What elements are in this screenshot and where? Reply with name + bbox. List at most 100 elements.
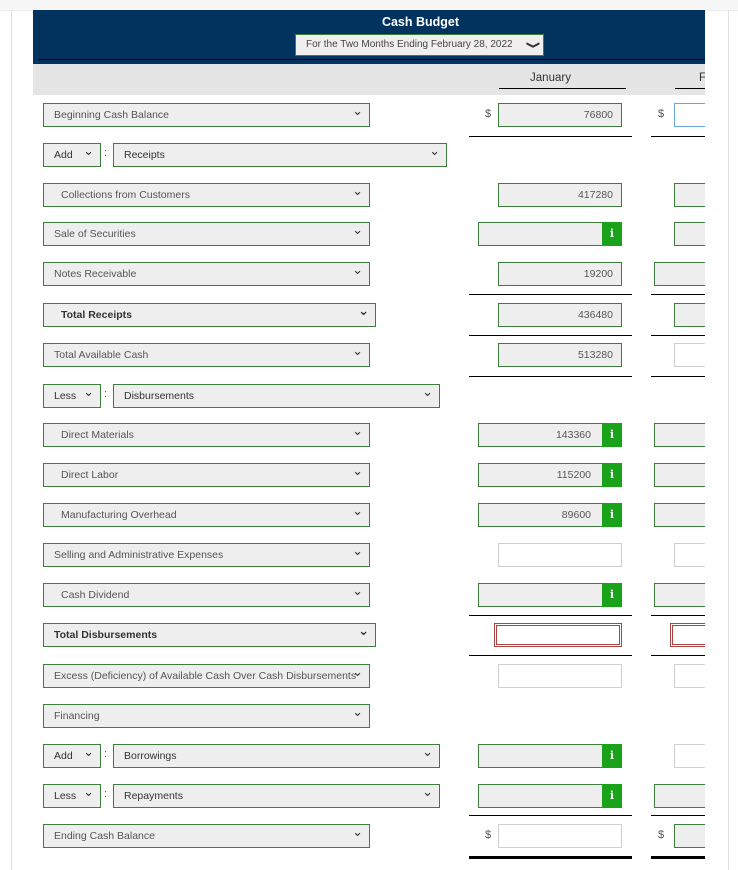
- direct-labor-feb-input[interactable]: [654, 463, 705, 487]
- info-icon[interactable]: i: [602, 744, 622, 768]
- ending-cash-select-value: Ending Cash Balance: [54, 830, 155, 842]
- period-select-value: For the Two Months Ending February 28, 2…: [306, 39, 513, 50]
- direct-materials-select[interactable]: Direct Materials ⌄: [43, 423, 370, 447]
- notes-receivable-jan-input[interactable]: 19200: [498, 262, 622, 286]
- direct-materials-feb-input[interactable]: [654, 423, 705, 447]
- repayments-operator-select[interactable]: Less ⌄: [43, 784, 101, 808]
- manufacturing-overhead-jan-input[interactable]: 89600 i: [478, 503, 622, 527]
- disbursements-operator-select-value: Less: [54, 390, 77, 402]
- selling-admin-jan-input[interactable]: [498, 543, 622, 567]
- total-disbursements-feb-input[interactable]: [670, 623, 705, 647]
- total-receipts-feb-input[interactable]: [674, 303, 705, 327]
- total-receipts-jan-input[interactable]: 436480: [498, 303, 622, 327]
- column-header-january: January: [530, 72, 571, 84]
- sale-of-securities-select-value: Sale of Securities: [54, 228, 136, 240]
- borrowings-feb-input[interactable]: [674, 744, 705, 768]
- chevron-down-icon: ⌄: [429, 143, 440, 158]
- sale-of-securities-feb-input[interactable]: [674, 222, 705, 246]
- manufacturing-overhead-feb-input[interactable]: [654, 503, 705, 527]
- total-receipts-select-value: Total Receipts: [61, 309, 132, 321]
- repayments-select-value: Repayments: [124, 790, 183, 802]
- borrowings-select[interactable]: Borrowings ⌄: [113, 744, 440, 768]
- header-bar: Cash Budget For the Two Months Ending Fe…: [33, 10, 705, 64]
- beginning-cash-feb-input[interactable]: [674, 103, 705, 127]
- total-rule: [469, 376, 632, 377]
- chevron-down-icon: ⌄: [352, 704, 363, 719]
- info-icon[interactable]: i: [602, 423, 622, 447]
- total-disbursements-jan-input[interactable]: [494, 623, 622, 647]
- period-select[interactable]: For the Two Months Ending February 28, 2…: [295, 34, 544, 56]
- chevron-down-icon: ⌄: [422, 384, 433, 399]
- borrowings-operator-select[interactable]: Add ⌄: [43, 744, 101, 768]
- repayments-jan-input[interactable]: i: [478, 784, 622, 808]
- chevron-down-icon: ⌄: [352, 423, 363, 438]
- direct-materials-jan-input[interactable]: 143360 i: [478, 423, 622, 447]
- disbursements-operator-select[interactable]: Less ⌄: [43, 384, 101, 408]
- info-icon[interactable]: i: [602, 583, 622, 607]
- direct-labor-select[interactable]: Direct Labor ⌄: [43, 463, 370, 487]
- beginning-cash-select[interactable]: Beginning Cash Balance ⌄: [43, 103, 370, 127]
- notes-receivable-jan-value: 19200: [583, 268, 613, 280]
- excess-deficiency-jan-input[interactable]: [498, 664, 622, 688]
- notes-receivable-select[interactable]: Notes Receivable ⌄: [43, 262, 370, 286]
- ending-cash-select[interactable]: Ending Cash Balance ⌄: [43, 824, 370, 848]
- disbursements-header-select-value: Disbursements: [124, 390, 195, 402]
- ending-cash-feb-input[interactable]: [674, 824, 705, 848]
- total-available-cash-select[interactable]: Total Available Cash ⌄: [43, 343, 370, 367]
- repayments-feb-input[interactable]: [654, 784, 705, 808]
- chevron-down-icon: ⌄: [83, 784, 94, 799]
- chevron-down-icon: ⌄: [352, 343, 363, 358]
- excess-deficiency-feb-input[interactable]: [674, 664, 705, 688]
- selling-admin-select[interactable]: Selling and Administrative Expenses ⌄: [43, 543, 370, 567]
- excess-deficiency-select[interactable]: Excess (Deficiency) of Available Cash Ov…: [43, 664, 370, 688]
- info-icon[interactable]: i: [602, 463, 622, 487]
- cash-dividend-jan-input[interactable]: i: [478, 583, 622, 607]
- chevron-down-icon: ⌄: [352, 583, 363, 598]
- ending-cash-jan-input[interactable]: [498, 824, 622, 848]
- receipts-operator-select[interactable]: Add ⌄: [43, 143, 101, 167]
- column-header-underline: [675, 88, 705, 89]
- chevron-down-icon: ⌄: [422, 784, 433, 799]
- direct-labor-jan-input[interactable]: 115200 i: [478, 463, 622, 487]
- collections-jan-input[interactable]: 417280: [498, 183, 622, 207]
- manufacturing-overhead-select-value: Manufacturing Overhead: [61, 509, 177, 521]
- collections-select[interactable]: Collections from Customers ⌄: [43, 183, 370, 207]
- total-available-cash-jan-value: 513280: [577, 349, 613, 361]
- chevron-down-icon: ⌄: [352, 183, 363, 198]
- chevron-down-icon: ⌄: [422, 744, 433, 759]
- total-receipts-jan-value: 436480: [577, 309, 613, 321]
- notes-receivable-feb-input[interactable]: [654, 262, 705, 286]
- total-available-cash-feb-input[interactable]: [674, 343, 705, 367]
- financing-select[interactable]: Financing ⌄: [43, 704, 370, 728]
- total-receipts-select[interactable]: Total Receipts ⌄: [43, 303, 376, 327]
- chevron-down-icon: ⌄: [352, 222, 363, 237]
- direct-materials-jan-value: 143360: [555, 429, 591, 441]
- info-icon[interactable]: i: [602, 222, 622, 246]
- repayments-operator-select-value: Less: [54, 790, 77, 802]
- chevron-down-icon: ⌄: [83, 744, 94, 759]
- receipts-header-select-value: Receipts: [124, 149, 165, 161]
- selling-admin-feb-input[interactable]: [674, 543, 705, 567]
- total-rule: [469, 335, 632, 336]
- collections-feb-input[interactable]: [674, 183, 705, 207]
- sale-of-securities-jan-input[interactable]: i: [478, 222, 622, 246]
- direct-materials-select-value: Direct Materials: [61, 429, 134, 441]
- info-icon[interactable]: i: [602, 784, 622, 808]
- total-rule: [651, 655, 705, 656]
- total-rule: [469, 655, 632, 656]
- colon-separator: :: [104, 788, 108, 800]
- cash-budget-card: Cash Budget For the Two Months Ending Fe…: [33, 10, 705, 870]
- sale-of-securities-select[interactable]: Sale of Securities ⌄: [43, 222, 370, 246]
- disbursements-header-select[interactable]: Disbursements ⌄: [113, 384, 440, 408]
- cash-dividend-feb-input[interactable]: [654, 583, 705, 607]
- total-available-cash-jan-input[interactable]: 513280: [498, 343, 622, 367]
- receipts-header-select[interactable]: Receipts ⌄: [113, 143, 447, 167]
- colon-separator: :: [104, 388, 108, 400]
- info-icon[interactable]: i: [602, 503, 622, 527]
- manufacturing-overhead-select[interactable]: Manufacturing Overhead ⌄: [43, 503, 370, 527]
- beginning-cash-jan-input[interactable]: 76800: [498, 103, 622, 127]
- cash-dividend-select[interactable]: Cash Dividend ⌄: [43, 583, 370, 607]
- repayments-select[interactable]: Repayments ⌄: [113, 784, 440, 808]
- total-disbursements-select[interactable]: Total Disbursements ⌄: [43, 623, 376, 647]
- borrowings-jan-input[interactable]: i: [478, 744, 622, 768]
